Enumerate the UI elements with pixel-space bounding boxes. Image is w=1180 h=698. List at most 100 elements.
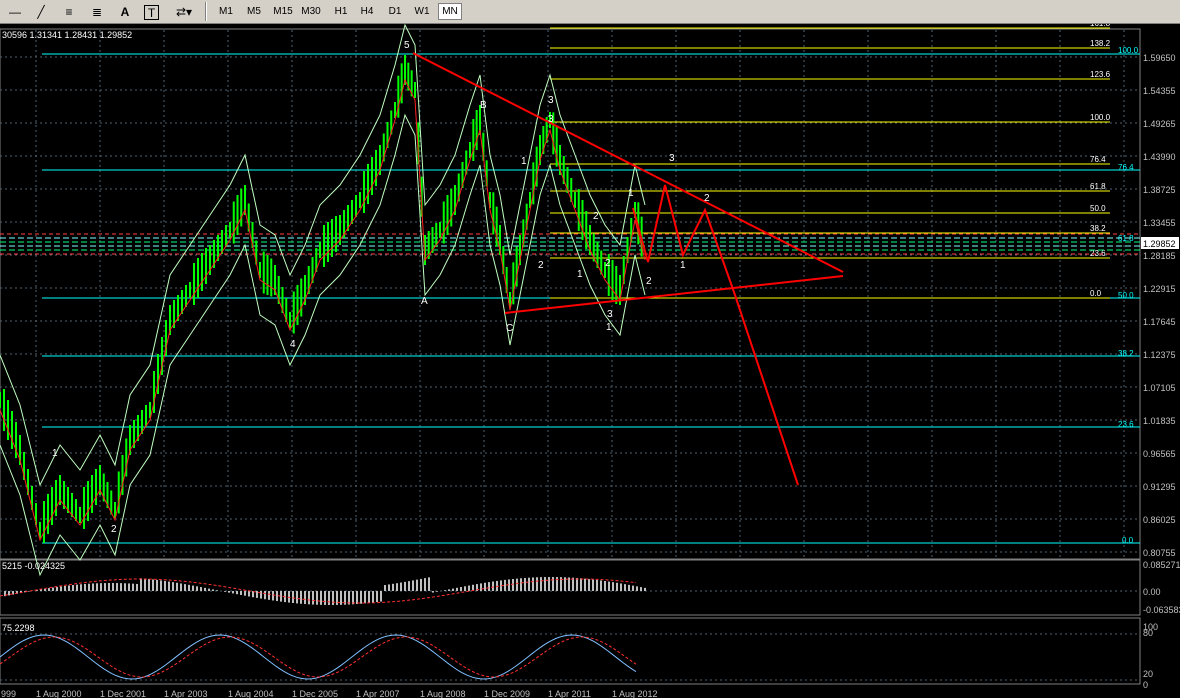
macd-bar: [416, 579, 418, 591]
macd-bar: [576, 577, 578, 591]
wave-label: 1: [606, 322, 612, 333]
macd-bar: [144, 578, 146, 591]
macd-bar: [448, 589, 450, 591]
macd-bar: [392, 583, 394, 591]
arrow-tool-icon[interactable]: ⇄▾: [172, 3, 196, 20]
wave-label: 2: [593, 211, 599, 222]
macd-bar: [308, 591, 310, 605]
wave-label: 1: [628, 188, 634, 199]
macd-bar: [116, 583, 118, 591]
fib-cyan-label: 0.0: [1122, 536, 1134, 545]
trendline-icon[interactable]: ╱: [32, 3, 50, 20]
macd-bar: [52, 587, 54, 591]
time-axis-label: 1 Dec 2001: [100, 689, 146, 698]
macd-bar: [120, 583, 122, 591]
macd-bar: [352, 591, 354, 605]
macd-bar: [372, 591, 374, 603]
label-icon[interactable]: T: [144, 5, 159, 20]
macd-bar: [464, 586, 466, 591]
macd-bar: [588, 579, 590, 591]
macd-bar: [136, 583, 138, 591]
macd-bar: [452, 588, 454, 591]
fib-icon[interactable]: ≡: [60, 3, 78, 20]
macd-bar: [360, 591, 362, 604]
price-tick: 1.49265: [1143, 119, 1176, 129]
fib-yellow-label: 123.6: [1090, 70, 1111, 79]
price-tick: 1.38725: [1143, 185, 1176, 195]
macd-bar: [616, 582, 618, 591]
macd-bar: [100, 583, 102, 591]
stoch-tick: 20: [1143, 669, 1153, 679]
macd-bar: [8, 591, 10, 596]
fib-yellow-label: 50.0: [1090, 204, 1106, 213]
macd-bar: [188, 584, 190, 591]
timeframe-w1[interactable]: W1: [410, 3, 434, 20]
text-icon[interactable]: A: [116, 3, 134, 20]
wave-label: 5: [404, 40, 410, 51]
price-tick: 1.43990: [1143, 152, 1176, 162]
macd-bar: [512, 578, 514, 591]
timeframe-m30[interactable]: M30: [298, 3, 324, 20]
macd-bar: [56, 586, 58, 591]
wave-label: 3: [607, 309, 613, 320]
macd-bar: [244, 591, 246, 596]
fib-expansion-icon[interactable]: ≣: [88, 3, 106, 20]
fib-yellow-label: 0.0: [1090, 289, 1102, 298]
macd-bar: [364, 591, 366, 604]
macd-bar: [628, 584, 630, 591]
macd-bar: [332, 591, 334, 605]
wave-label: 2: [646, 276, 652, 287]
price-chart[interactable]: 1.59650 1.54355 1.49265 1.43990 1.38725 1.334…: [0, 24, 1180, 698]
macd-bar: [488, 582, 490, 591]
macd-bar: [272, 591, 274, 601]
macd-bar: [592, 579, 594, 591]
macd-bar: [624, 584, 626, 591]
current-price-label: 1.29852: [1143, 239, 1176, 249]
wave-label: 2: [538, 260, 544, 271]
macd-bar: [428, 577, 430, 591]
hline-icon[interactable]: —: [6, 3, 24, 20]
time-axis-first: 999: [1, 689, 16, 698]
macd-bar: [536, 577, 538, 591]
macd-bar: [368, 591, 370, 603]
macd-bar: [84, 583, 86, 591]
macd-bar: [620, 583, 622, 591]
macd-bar: [444, 590, 446, 591]
price-tick: 1.12375: [1143, 350, 1176, 360]
macd-bar: [460, 587, 462, 591]
wave-label: 3: [548, 95, 554, 106]
timeframe-m15[interactable]: M15: [270, 3, 296, 20]
ohlc-readout: 30596 1.31341 1.28431 1.29852: [2, 30, 132, 40]
timeframe-h1[interactable]: H1: [330, 3, 352, 20]
wave-label: B: [480, 100, 487, 111]
macd-bar: [516, 578, 518, 591]
fib-yellow-label: 161.8: [1090, 24, 1111, 28]
macd-bar: [552, 577, 554, 591]
timeframe-d1[interactable]: D1: [384, 3, 406, 20]
price-tick: 0.91295: [1143, 482, 1176, 492]
macd-bar: [528, 577, 530, 591]
time-axis-label: 1 Apr 2007: [356, 689, 400, 698]
macd-bar: [328, 591, 330, 605]
macd-bar: [256, 591, 258, 598]
timeframe-h4[interactable]: H4: [356, 3, 378, 20]
macd-bar: [228, 591, 230, 593]
macd-tick: 0.00: [1143, 587, 1161, 597]
macd-bar: [92, 583, 94, 591]
macd-bar: [96, 583, 98, 591]
macd-bar: [436, 591, 438, 592]
stoch-main: [0, 634, 637, 680]
macd-bar: [424, 578, 426, 591]
macd-bar: [644, 587, 646, 591]
timeframe-m5[interactable]: M5: [242, 3, 266, 20]
timeframe-m1[interactable]: M1: [214, 3, 238, 20]
macd-bar: [584, 578, 586, 591]
macd-bar: [48, 588, 50, 591]
macd-bar: [296, 591, 298, 604]
timeframe-mn[interactable]: MN: [438, 3, 462, 20]
macd-bar: [132, 583, 134, 591]
macd-bar: [532, 577, 534, 591]
macd-bar: [176, 582, 178, 591]
macd-bar: [520, 578, 522, 591]
macd-bar: [544, 577, 546, 591]
